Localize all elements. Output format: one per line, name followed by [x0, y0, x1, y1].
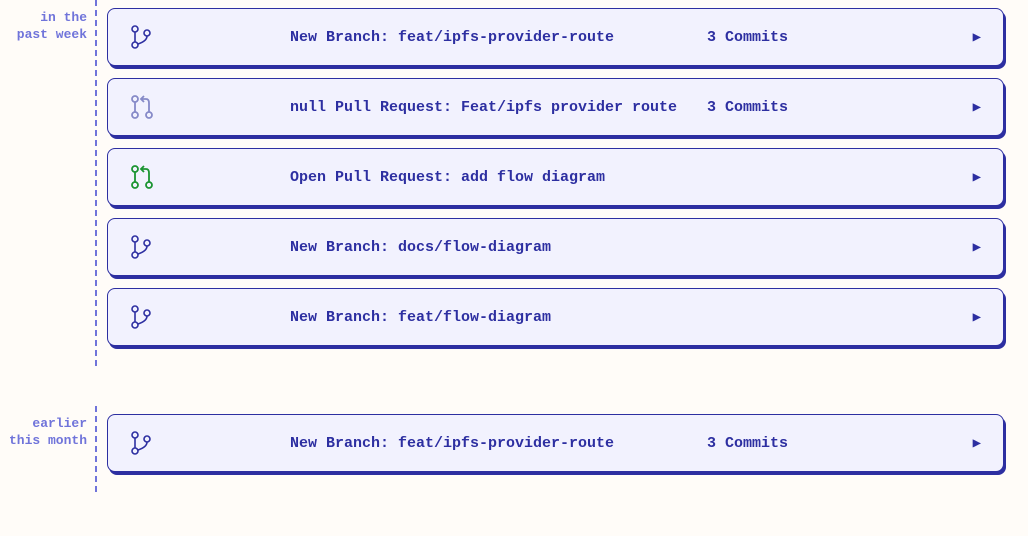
timeline-group: in thepast week New Branch: feat/ipfs-pr… [0, 0, 1028, 366]
expand-arrow-icon[interactable]: ▶ [957, 435, 981, 452]
commit-count: 3 Commits [707, 99, 957, 116]
branch-icon [130, 24, 160, 50]
commit-count: 3 Commits [707, 435, 957, 452]
branch-icon [130, 430, 160, 456]
cards-column: New Branch: feat/ipfs-provider-route3 Co… [107, 406, 1028, 492]
expand-arrow-icon[interactable]: ▶ [957, 239, 981, 256]
activity-card[interactable]: null Pull Request: Feat/ipfs provider ro… [107, 78, 1004, 136]
activity-card[interactable]: New Branch: feat/ipfs-provider-route3 Co… [107, 414, 1004, 472]
card-title: Open Pull Request: add flow diagram [160, 167, 707, 188]
activity-card[interactable]: New Branch: docs/flow-diagram ▶ [107, 218, 1004, 276]
card-title: New Branch: docs/flow-diagram [160, 237, 707, 258]
expand-arrow-icon[interactable]: ▶ [957, 309, 981, 326]
branch-icon [130, 234, 160, 260]
card-title: New Branch: feat/ipfs-provider-route [160, 433, 707, 454]
activity-card[interactable]: New Branch: feat/flow-diagram ▶ [107, 288, 1004, 346]
branch-icon [130, 304, 160, 330]
activity-card[interactable]: Open Pull Request: add flow diagram ▶ [107, 148, 1004, 206]
timeline-line [95, 0, 107, 366]
pull-request-null-icon [130, 94, 160, 120]
expand-arrow-icon[interactable]: ▶ [957, 169, 981, 186]
card-title: New Branch: feat/flow-diagram [160, 307, 707, 328]
time-label: earlierthis month [0, 406, 95, 450]
card-title: null Pull Request: Feat/ipfs provider ro… [160, 97, 707, 118]
expand-arrow-icon[interactable]: ▶ [957, 29, 981, 46]
time-label: in thepast week [0, 0, 95, 44]
timeline-group: earlierthis month New Branch: feat/ipfs-… [0, 406, 1028, 492]
commit-count: 3 Commits [707, 29, 957, 46]
expand-arrow-icon[interactable]: ▶ [957, 99, 981, 116]
cards-column: New Branch: feat/ipfs-provider-route3 Co… [107, 0, 1028, 366]
pull-request-open-icon [130, 164, 160, 190]
activity-card[interactable]: New Branch: feat/ipfs-provider-route3 Co… [107, 8, 1004, 66]
card-title: New Branch: feat/ipfs-provider-route [160, 27, 707, 48]
timeline-line [95, 406, 107, 492]
